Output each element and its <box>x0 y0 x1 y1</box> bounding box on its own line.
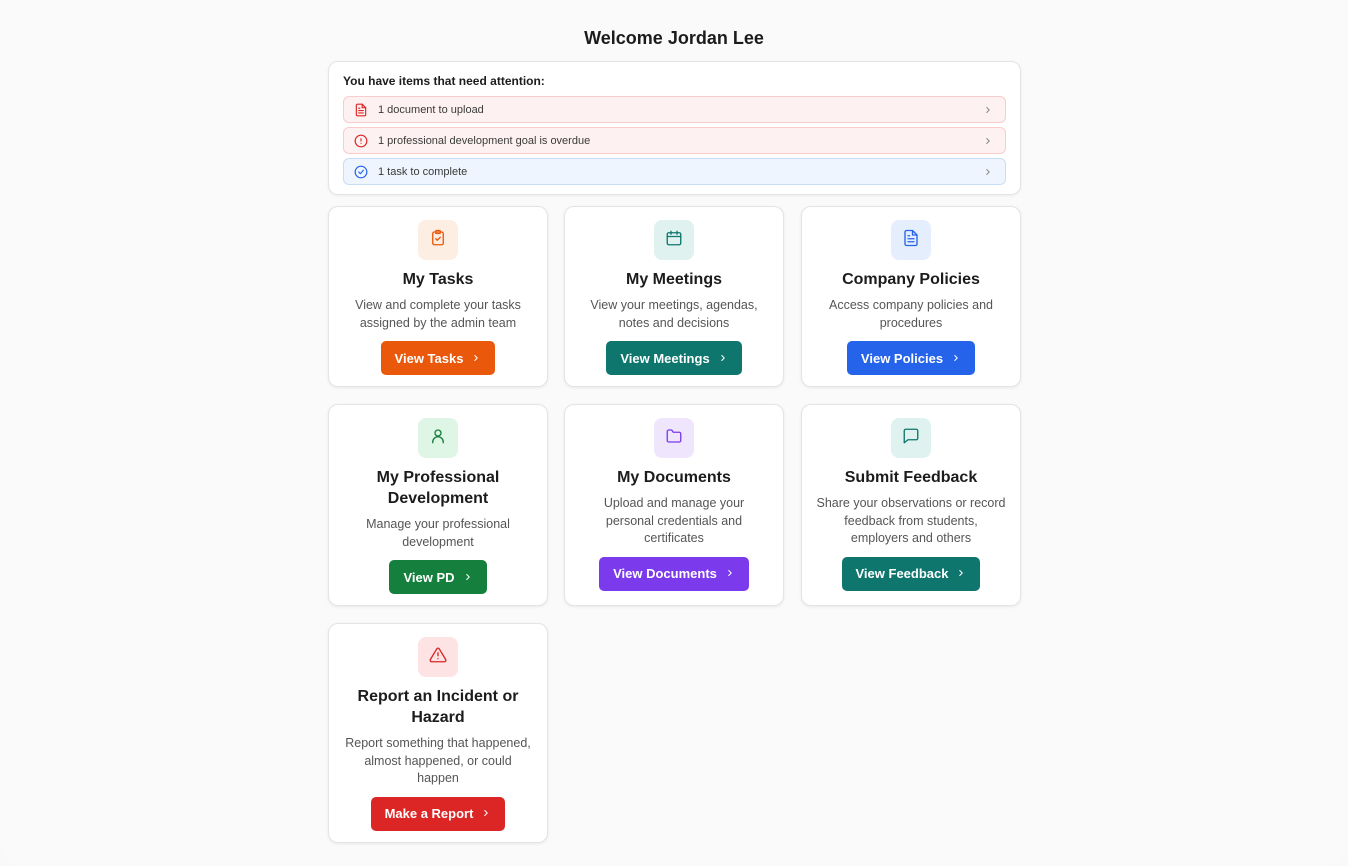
button-label: View Meetings <box>620 350 710 366</box>
calendar-icon <box>665 229 683 252</box>
button-label: View Policies <box>860 350 944 366</box>
page: Welcome Jordan Lee You have items that n… <box>0 0 1348 866</box>
card-my-meetings: My Meetings View your meetings, agendas,… <box>564 206 784 387</box>
icon-box <box>418 418 458 458</box>
attention-panel: You have items that need attention: 1 do… <box>328 61 1021 195</box>
card-description: View and complete your tasks assigned by… <box>355 298 521 330</box>
document-icon <box>354 103 368 117</box>
chevron-right-icon <box>471 351 481 366</box>
clipboard-check-icon <box>429 229 447 252</box>
card-title: My Meetings <box>625 271 722 288</box>
card-description: Manage your professional development <box>366 517 510 549</box>
card-title: My Documents <box>617 469 731 486</box>
button-label: View Tasks <box>394 350 464 366</box>
warning-triangle-icon <box>429 646 447 669</box>
view-pd-button[interactable]: View PD <box>389 560 487 594</box>
icon-box <box>891 220 931 260</box>
card-professional-development: My Professional Development Manage your … <box>328 404 548 606</box>
chevron-right-icon <box>956 566 966 581</box>
button-label: View PD <box>403 569 455 585</box>
chevron-right-icon <box>983 105 993 115</box>
card-description: Share your observations or record feedba… <box>816 496 1006 545</box>
card-description: View your meetings, agendas, notes and d… <box>590 298 758 330</box>
check-circle-icon <box>354 165 368 179</box>
view-documents-button[interactable]: View Documents <box>599 556 749 591</box>
button-label: Make a Report <box>384 806 474 821</box>
chevron-right-icon <box>481 806 491 821</box>
message-square-icon <box>902 427 920 450</box>
page-title: Welcome Jordan Lee <box>584 28 764 48</box>
alert-circle-icon <box>354 134 368 148</box>
card-report-incident: Report an Incident or Hazard Report some… <box>328 623 548 843</box>
document-text-icon <box>902 229 920 252</box>
icon-box <box>654 418 694 458</box>
icon-box <box>418 637 458 677</box>
chevron-right-icon <box>718 351 728 366</box>
user-icon <box>429 427 447 450</box>
alert-label: 1 task to complete <box>378 165 468 178</box>
card-title: Submit Feedback <box>844 469 978 486</box>
chevron-right-icon <box>951 351 961 366</box>
card-title: My Professional Development <box>376 469 500 507</box>
alert-documents-upload[interactable]: 1 document to upload <box>343 96 1006 123</box>
button-label: View Documents <box>613 566 717 581</box>
view-policies-button[interactable]: View Policies <box>846 341 976 375</box>
card-title: Report an Incident or Hazard <box>357 688 519 726</box>
card-description: Upload and manage your personal credenti… <box>603 496 745 545</box>
card-title: My Tasks <box>402 271 474 288</box>
icon-box <box>418 220 458 260</box>
folder-icon <box>665 427 683 450</box>
view-meetings-button[interactable]: View Meetings <box>606 341 742 375</box>
view-feedback-button[interactable]: View Feedback <box>841 556 981 591</box>
card-my-tasks: My Tasks View and complete your tasks as… <box>328 206 548 387</box>
icon-box <box>654 220 694 260</box>
chevron-right-icon <box>983 167 993 177</box>
alert-pd-overdue[interactable]: 1 professional development goal is overd… <box>343 127 1006 154</box>
button-label: View Feedback <box>855 566 949 581</box>
icon-box <box>891 418 931 458</box>
card-company-policies: Company Policies Access company policies… <box>801 206 1021 387</box>
chevron-right-icon <box>983 136 993 146</box>
card-description: Access company policies and procedures <box>829 298 993 330</box>
chevron-right-icon <box>725 566 735 581</box>
card-description: Report something that happened, almost h… <box>345 736 531 785</box>
attention-title: You have items that need attention: <box>343 74 545 88</box>
card-submit-feedback: Submit Feedback Share your observations … <box>801 404 1021 606</box>
alert-label: 1 document to upload <box>378 103 484 116</box>
alert-task-complete[interactable]: 1 task to complete <box>343 158 1006 185</box>
view-tasks-button[interactable]: View Tasks <box>380 341 496 375</box>
card-my-documents: My Documents Upload and manage your pers… <box>564 404 784 606</box>
make-report-button[interactable]: Make a Report <box>370 796 506 831</box>
chevron-right-icon <box>463 570 473 585</box>
alert-label: 1 professional development goal is overd… <box>378 134 591 147</box>
card-title: Company Policies <box>842 271 980 288</box>
